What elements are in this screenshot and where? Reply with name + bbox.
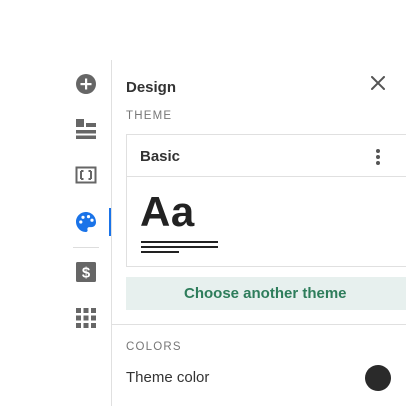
apps-button[interactable]	[72, 304, 100, 332]
sample-line-1	[141, 241, 218, 243]
more-vertical-icon	[376, 149, 380, 165]
theme-color-swatch[interactable]	[365, 365, 391, 391]
apps-grid-icon	[76, 308, 96, 328]
add-circle-icon	[76, 74, 96, 94]
panel-border	[111, 60, 112, 406]
sidebar-divider	[73, 247, 99, 248]
theme-options-button[interactable]	[368, 145, 388, 169]
palette-icon	[76, 212, 96, 232]
close-icon	[371, 76, 385, 90]
theme-section-label: THEME	[126, 110, 173, 122]
sample-line-2	[141, 246, 218, 248]
design-button[interactable]	[72, 208, 100, 236]
dollar-icon: $	[76, 262, 96, 282]
sidebar-rail: $	[0, 0, 112, 406]
theme-color-label: Theme color	[126, 369, 210, 386]
layout-icon	[76, 119, 96, 139]
theme-card[interactable]: Basic Aa	[126, 134, 406, 267]
panel-title: Design	[126, 79, 177, 96]
sample-line-3	[141, 251, 179, 253]
close-button[interactable]	[366, 71, 390, 95]
theme-name: Basic	[140, 148, 181, 165]
choose-theme-button[interactable]: Choose another theme	[126, 277, 406, 310]
section-divider	[111, 324, 406, 325]
pricing-button[interactable]: $	[72, 258, 100, 286]
theme-font-sample: Aa	[140, 188, 195, 235]
colors-section-label: COLORS	[126, 341, 182, 353]
media-button[interactable]	[72, 161, 100, 189]
svg-text:$: $	[82, 265, 91, 282]
add-button[interactable]	[72, 70, 100, 98]
layout-button[interactable]	[72, 115, 100, 143]
media-frame-icon	[75, 166, 97, 184]
theme-card-divider	[127, 176, 406, 177]
